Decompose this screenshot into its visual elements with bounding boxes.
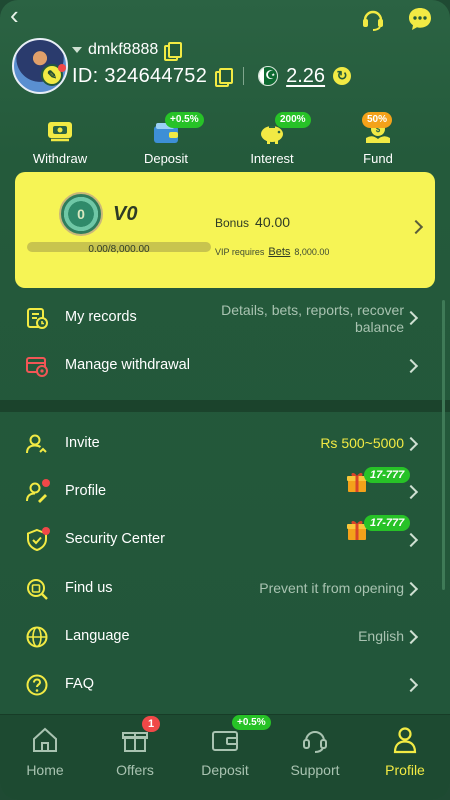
refresh-icon[interactable]: ↻ [333, 67, 352, 85]
menu-manage-withdrawal[interactable]: Manage withdrawal [0, 343, 450, 389]
bets-link[interactable]: Bets [268, 246, 290, 258]
back-icon[interactable]: ‹ [10, 2, 32, 30]
menu-title: Language [65, 628, 130, 644]
profile-icon [393, 727, 417, 754]
quick-actions: Withdraw +0.5% Deposit 200% Interest $ 5… [0, 112, 450, 170]
action-withdraw[interactable]: Withdraw [15, 112, 105, 170]
menu-detail: Rs 500~5000 [320, 435, 404, 451]
records-icon [27, 308, 48, 329]
chevron-right-icon [403, 436, 419, 452]
menu-find-us[interactable]: Find us Prevent it from opening [0, 566, 450, 612]
nav-label: Deposit [201, 762, 249, 778]
invite-user-icon [26, 434, 47, 454]
menu-detail: Details, bets, reports, recover balance [221, 302, 404, 335]
menu-detail: English [358, 628, 404, 644]
deposit-bonus-badge: +0.5% [232, 715, 271, 730]
headset-support-icon[interactable] [360, 6, 386, 32]
nav-offers[interactable]: 1 Offers [90, 715, 180, 800]
interest-bonus-badge: 200% [275, 112, 311, 128]
app-frame: ‹ ✎ dmkf8888 ID: 324644752 2.26 ↻ [0, 0, 450, 800]
menu-my-records[interactable]: My records Details, bets, reports, recov… [0, 295, 450, 341]
vip-bonus: Bonus 40.00 [215, 214, 290, 230]
chevron-right-icon [403, 358, 419, 374]
copy-id-icon[interactable] [215, 68, 234, 87]
requires-label: VIP requires [215, 247, 265, 257]
bonus-value: 40.00 [255, 214, 291, 230]
action-label: Fund [363, 151, 393, 166]
nav-label: Home [26, 762, 64, 778]
deposit-wallet-icon [212, 731, 238, 751]
globe-icon [26, 626, 48, 648]
withdrawal-settings-icon [26, 357, 48, 377]
fund-bonus-badge: 50% [362, 112, 393, 128]
headset-support-icon [303, 731, 327, 753]
nav-home[interactable]: Home [0, 715, 90, 800]
vip-card[interactable]: 0 V0 0.00/8,000.00 Bonus 40.00 VIP requi… [15, 172, 435, 288]
action-deposit[interactable]: +0.5% Deposit [121, 112, 211, 170]
nav-profile[interactable]: Profile [360, 715, 450, 800]
vip-progress-text: 0.00/8,000.00 [88, 244, 150, 255]
menu-profile[interactable]: Profile 17-777 [0, 467, 450, 515]
chevron-right-icon [403, 629, 419, 645]
notification-dot [58, 64, 66, 72]
chevron-right-icon [403, 310, 419, 326]
find-us-icon [27, 579, 48, 600]
nav-label: Profile [385, 762, 425, 778]
username-row: dmkf8888 [72, 40, 183, 61]
chevron-right-icon [403, 677, 419, 693]
bonus-label: Bonus [215, 216, 250, 230]
menu-title: Find us [65, 580, 113, 596]
vip-medal-icon: 0 [59, 192, 103, 236]
notification-dot [42, 479, 50, 487]
menu-title: Invite [65, 435, 100, 451]
requires-value: 8,000.00 [294, 247, 330, 257]
vip-requirement: VIP requires Bets 8,000.00 [215, 246, 329, 258]
gift-range-badge: 17-777 [364, 515, 411, 531]
nav-label: Offers [116, 762, 154, 778]
gift-range-badge: 17-777 [364, 467, 411, 483]
pakistan-flag-icon [258, 66, 279, 86]
vip-level: V0 [113, 203, 138, 225]
nav-label: Support [290, 762, 340, 778]
chevron-right-icon [403, 581, 419, 597]
nav-support[interactable]: Support [270, 715, 360, 800]
top-bar: ‹ [0, 0, 450, 36]
menu-title: My records [65, 309, 137, 325]
chat-bubble-icon[interactable] [407, 6, 433, 32]
bottom-nav: Home 1 Offers +0.5% Deposit Support Prof… [0, 714, 450, 800]
action-label: Deposit [143, 151, 189, 166]
question-icon [26, 674, 48, 696]
divider [243, 67, 245, 85]
section-divider [0, 400, 450, 412]
menu-detail: Prevent it from opening [259, 580, 404, 596]
menu-title: Security Center [65, 531, 165, 547]
wallet-balance[interactable]: 2.26 [286, 65, 325, 88]
username: dmkf8888 [88, 41, 159, 58]
menu-language[interactable]: Language English [0, 614, 450, 660]
id-row: ID: 324644752 2.26 ↻ [72, 63, 352, 89]
dropdown-triangle-icon[interactable] [72, 47, 82, 53]
chevron-right-icon [408, 219, 424, 235]
user-id: ID: 324644752 [72, 64, 208, 87]
action-label: Withdraw [32, 151, 88, 166]
action-fund[interactable]: $ 50% Fund [333, 112, 423, 170]
offers-count-badge: 1 [142, 716, 160, 732]
action-interest[interactable]: 200% Interest [227, 112, 317, 170]
menu-faq[interactable]: FAQ [0, 662, 450, 708]
deposit-bonus-badge: +0.5% [165, 112, 204, 128]
copy-username-icon[interactable] [164, 42, 183, 61]
home-icon [33, 727, 57, 752]
menu-title: FAQ [65, 676, 95, 692]
menu-title: Manage withdrawal [65, 357, 190, 373]
action-label: Interest [250, 151, 294, 166]
menu-security-center[interactable]: Security Center 17-777 [0, 515, 450, 563]
notification-dot [42, 527, 50, 535]
withdraw-card-icon [48, 122, 72, 142]
menu-title: Profile [65, 483, 107, 499]
menu-invite[interactable]: Invite Rs 500~5000 [0, 421, 450, 467]
nav-deposit[interactable]: +0.5% Deposit [180, 715, 271, 800]
scrollbar[interactable] [442, 300, 445, 590]
